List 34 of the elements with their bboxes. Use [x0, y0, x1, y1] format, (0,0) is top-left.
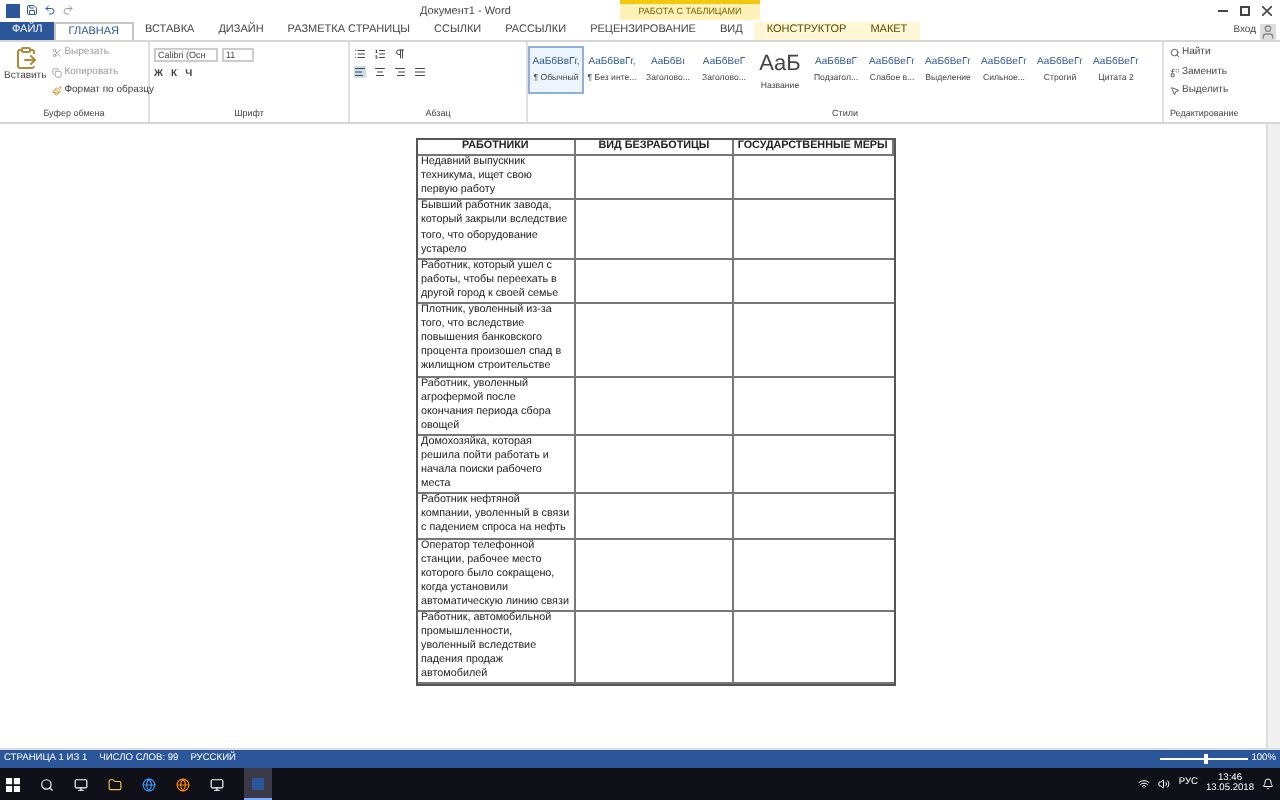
redo-icon[interactable] — [62, 4, 74, 16]
search-icon[interactable] — [40, 777, 54, 791]
minimize-icon[interactable] — [1218, 9, 1228, 11]
word-taskbar-icon[interactable] — [244, 768, 272, 800]
windows-start-icon[interactable] — [6, 777, 20, 791]
replace-icon — [1170, 67, 1180, 78]
paintbrush-icon — [52, 86, 63, 97]
browser-icon[interactable] — [142, 777, 156, 791]
copy-icon — [52, 67, 63, 78]
notifications-icon[interactable] — [1262, 778, 1274, 790]
task-view-icon[interactable] — [74, 777, 88, 791]
align-justify-icon[interactable] — [414, 66, 426, 78]
app-icon[interactable] — [210, 777, 224, 791]
maximize-icon[interactable] — [1240, 5, 1250, 15]
search-icon — [1170, 48, 1180, 59]
pilcrow-icon[interactable] — [394, 48, 406, 60]
undo-icon[interactable] — [44, 4, 56, 16]
network-icon[interactable] — [1138, 778, 1151, 790]
numbered-list-icon[interactable] — [374, 48, 386, 60]
align-center-icon[interactable] — [374, 66, 386, 78]
save-icon[interactable] — [26, 4, 38, 16]
bullet-list-icon[interactable] — [354, 48, 366, 60]
app-logo-icon — [6, 3, 20, 17]
browser-icon[interactable] — [176, 777, 190, 791]
zoom-thumb[interactable] — [1203, 754, 1208, 764]
user-avatar-icon[interactable] — [1260, 24, 1276, 40]
scrollbar[interactable] — [1266, 124, 1280, 748]
close-icon[interactable] — [1262, 5, 1272, 15]
volume-icon[interactable] — [1158, 778, 1171, 790]
clipboard-icon — [13, 46, 38, 70]
pointer-icon — [1170, 86, 1180, 97]
align-left-icon[interactable] — [354, 66, 366, 78]
align-right-icon[interactable] — [394, 66, 406, 78]
folder-icon[interactable] — [108, 777, 122, 791]
